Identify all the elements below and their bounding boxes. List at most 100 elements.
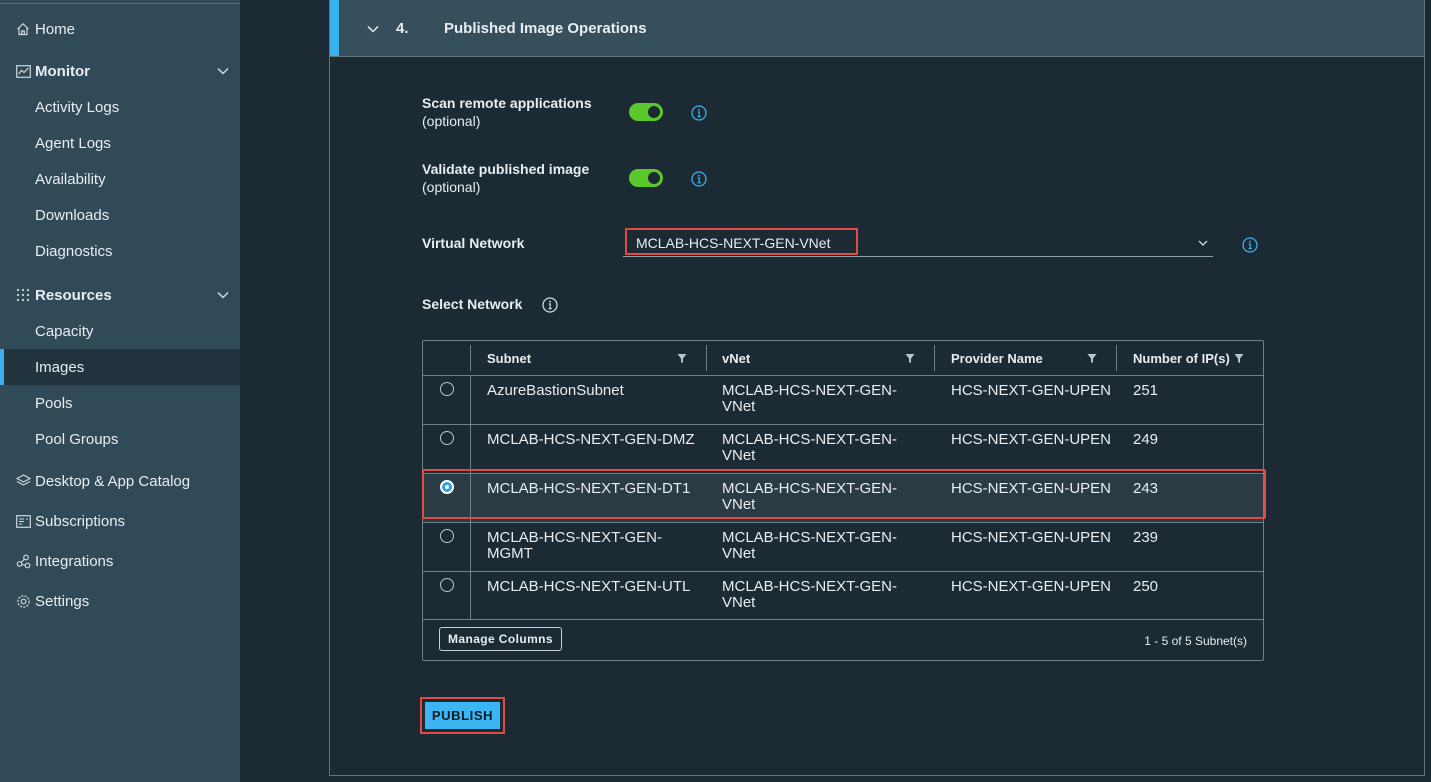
- sidebar-item-downloads[interactable]: Downloads: [0, 197, 240, 233]
- cell-vnet: MCLAB-HCS-NEXT-GEN- VNet: [722, 432, 897, 464]
- sidebar-item-subscriptions[interactable]: Subscriptions: [0, 503, 240, 539]
- cell-text: VNet: [722, 594, 756, 611]
- sidebar-item-label: Downloads: [35, 206, 110, 224]
- subscriptions-icon: [15, 513, 31, 529]
- sidebar-item-diagnostics[interactable]: Diagnostics: [0, 233, 240, 269]
- cell-number-of-ips: 239: [1133, 529, 1159, 546]
- sidebar-item-monitor[interactable]: Monitor: [0, 53, 240, 89]
- sidebar-item-integrations[interactable]: Integrations: [0, 543, 240, 579]
- cell-text: MCLAB-HCS-NEXT-GEN-: [722, 431, 898, 448]
- scan-remote-apps-toggle[interactable]: [629, 103, 663, 121]
- cell-text: VNet: [722, 545, 756, 562]
- cell-text: VNet: [722, 398, 756, 415]
- row-select-radio[interactable]: [440, 578, 454, 592]
- chevron-down-icon[interactable]: [216, 64, 230, 78]
- validate-image-label: Validate published image (optional): [422, 160, 589, 196]
- content-gutter: [240, 0, 330, 782]
- sidebar-item-images[interactable]: Images: [0, 349, 240, 385]
- cell-text: VNet: [722, 496, 756, 513]
- column-separator: [470, 345, 471, 371]
- virtual-network-selected-value[interactable]: MCLAB-HCS-NEXT-GEN-VNet: [625, 228, 858, 255]
- cell-provider-name: HCS-NEXT-GEN-UPEN: [951, 382, 1112, 399]
- cell-text: AzureBastionSubnet: [487, 382, 624, 399]
- sidebar-item-capacity[interactable]: Capacity: [0, 313, 240, 349]
- cell-vnet: MCLAB-HCS-NEXT-GEN- VNet: [722, 481, 897, 513]
- column-separator: [1116, 345, 1117, 371]
- pagination-summary: 1 - 5 of 5 Subnet(s): [1144, 634, 1247, 648]
- column-header-number-of-ips[interactable]: Number of IP(s): [1133, 341, 1230, 375]
- sidebar-item-label: Diagnostics: [35, 242, 113, 260]
- optional-text: (optional): [422, 113, 481, 129]
- filter-icon[interactable]: [905, 353, 915, 364]
- settings-icon: [15, 593, 31, 609]
- sidebar-item-home[interactable]: Home: [0, 11, 240, 47]
- column-header-provider-name[interactable]: Provider Name: [951, 341, 1043, 375]
- info-icon[interactable]: [542, 297, 558, 313]
- info-icon[interactable]: [691, 171, 707, 187]
- sidebar-item-resources[interactable]: Resources: [0, 277, 240, 313]
- cell-provider-name: HCS-NEXT-GEN-UPEN: [951, 529, 1112, 546]
- chevron-down-icon[interactable]: [216, 288, 230, 302]
- manage-columns-button[interactable]: Manage Columns: [439, 627, 562, 651]
- row-select-radio[interactable]: [440, 529, 454, 543]
- sidebar-item-label: Desktop & App Catalog: [35, 472, 191, 490]
- cell-number-of-ips: 251: [1133, 382, 1159, 399]
- row-column-separator: [470, 572, 471, 620]
- sidebar-item-catalog[interactable]: Desktop & App Catalog: [0, 463, 240, 499]
- filter-icon[interactable]: [1234, 353, 1244, 364]
- cell-text: MCLAB-HCS-NEXT-GEN-DMZ: [487, 431, 695, 448]
- scan-remote-apps-label: Scan remote applications (optional): [422, 94, 592, 130]
- sidebar-item-label: Monitor: [35, 62, 90, 80]
- cell-number-of-ips: 243: [1133, 480, 1159, 497]
- cell-number-of-ips: 249: [1133, 431, 1159, 448]
- info-icon[interactable]: [1242, 237, 1258, 253]
- row-select-radio[interactable]: [440, 382, 454, 396]
- section-accent-bar: [330, 0, 339, 56]
- publish-button[interactable]: PUBLISH: [425, 702, 500, 729]
- sidebar-item-activity-logs[interactable]: Activity Logs: [0, 89, 240, 125]
- validate-image-toggle[interactable]: [629, 169, 663, 187]
- sidebar-item-label: Availability: [35, 170, 106, 188]
- chevron-down-icon[interactable]: [1197, 237, 1209, 249]
- cell-text: MGMT: [487, 545, 533, 562]
- sidebar-item-pool-groups[interactable]: Pool Groups: [0, 421, 240, 457]
- sidebar-item-availability[interactable]: Availability: [0, 161, 240, 197]
- sidebar-item-agent-logs[interactable]: Agent Logs: [0, 125, 240, 161]
- sidebar-item-label: Pools: [35, 394, 73, 412]
- sidebar-item-label: Home: [35, 20, 76, 38]
- sidebar-item-label: Resources: [35, 286, 112, 304]
- footer-divider: [423, 619, 1263, 620]
- section-step-number: 4.: [396, 20, 409, 37]
- subnet-datagrid: Subnet vNet Provider Name Number of IP(s…: [422, 340, 1264, 661]
- row-select-radio-checked[interactable]: [440, 480, 454, 494]
- chevron-down-icon[interactable]: [366, 22, 380, 36]
- cell-text: VNet: [722, 447, 756, 464]
- row-divider: [423, 424, 1263, 425]
- cell-subnet: MCLAB-HCS-NEXT-GEN-UTL: [487, 579, 690, 595]
- column-header-subnet[interactable]: Subnet: [487, 341, 531, 375]
- optional-text: (optional): [422, 179, 481, 195]
- filter-icon[interactable]: [1087, 353, 1097, 364]
- cell-subnet: MCLAB-HCS-NEXT-GEN-DT1: [487, 481, 690, 497]
- row-column-separator: [470, 425, 471, 473]
- cell-text: MCLAB-HCS-NEXT-GEN-: [722, 382, 898, 399]
- cell-text: MCLAB-HCS-NEXT-GEN-DT1: [487, 480, 691, 497]
- row-select-radio[interactable]: [440, 431, 454, 445]
- column-separator: [706, 345, 707, 371]
- cell-provider-name: HCS-NEXT-GEN-UPEN: [951, 431, 1112, 448]
- column-header-vnet[interactable]: vNet: [722, 341, 750, 375]
- cell-text: MCLAB-HCS-NEXT-GEN-: [722, 578, 898, 595]
- sidebar-item-settings[interactable]: Settings: [0, 583, 240, 619]
- filter-icon[interactable]: [677, 353, 687, 364]
- cell-text: MCLAB-HCS-NEXT-GEN-: [722, 529, 898, 546]
- sidebar-item-label: Integrations: [35, 552, 114, 570]
- sidebar-divider: [0, 3, 240, 4]
- section-header[interactable]: 4. Published Image Operations: [330, 0, 1424, 57]
- row-column-separator: [470, 474, 471, 522]
- sidebar-item-pools[interactable]: Pools: [0, 385, 240, 421]
- header-divider: [423, 375, 1263, 376]
- section-title: Published Image Operations: [444, 20, 647, 37]
- sidebar-item-label: Activity Logs: [35, 98, 120, 116]
- info-icon[interactable]: [691, 105, 707, 121]
- sidebar: Home Monitor Activity Logs Agent Logs Av…: [0, 0, 240, 782]
